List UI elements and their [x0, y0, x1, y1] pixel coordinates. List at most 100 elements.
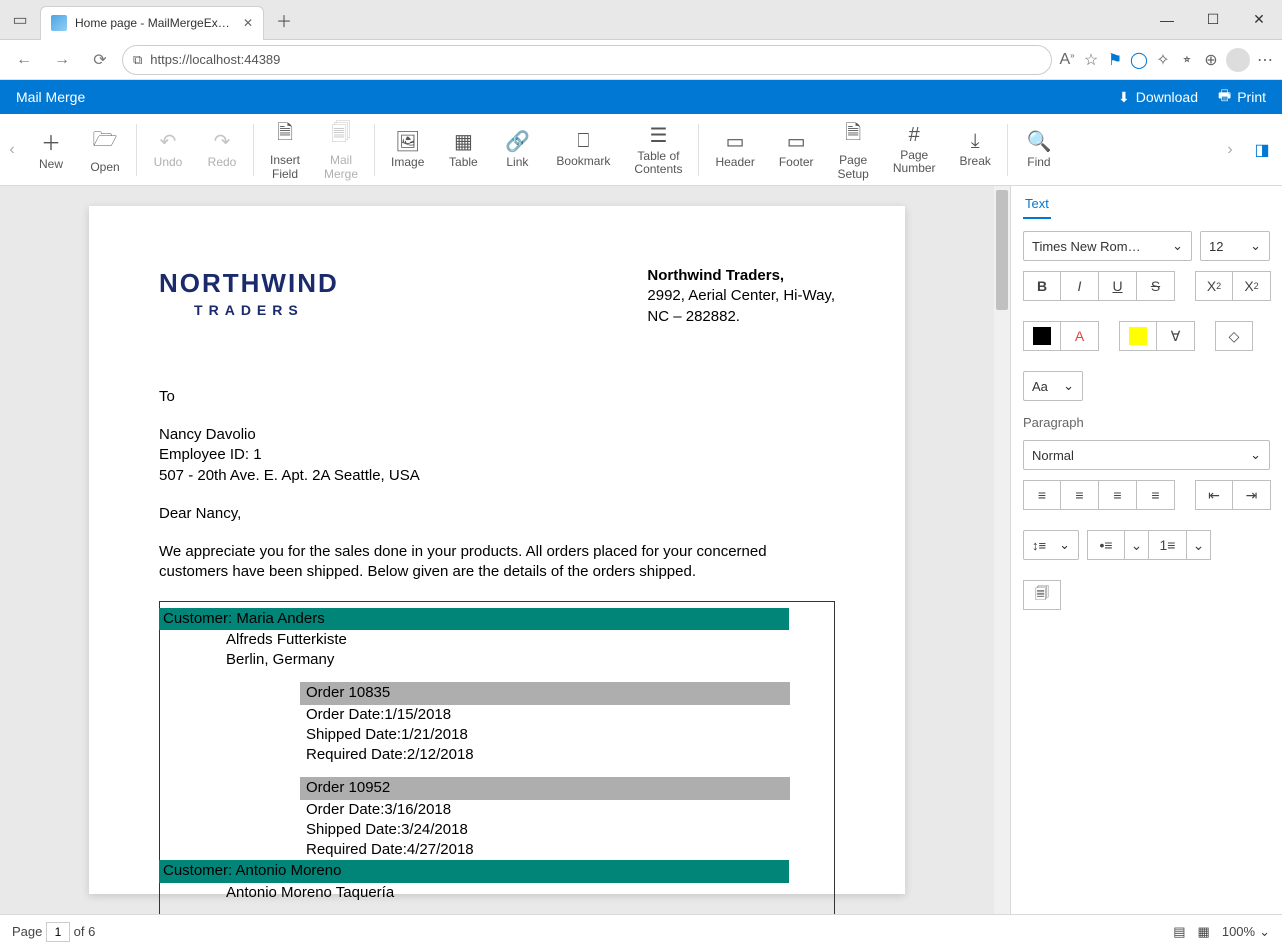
favorites-hub-icon[interactable]: ⭒: [1178, 51, 1196, 69]
highlight-swatch[interactable]: [1119, 321, 1157, 351]
find-button[interactable]: 🔍Find: [1012, 114, 1066, 186]
highlight-button[interactable]: ∀: [1157, 321, 1195, 351]
bold-button[interactable]: B: [1023, 271, 1061, 301]
window-maximize-button[interactable]: ☐: [1190, 0, 1236, 40]
increase-indent-button[interactable]: ⇥: [1233, 480, 1271, 510]
properties-panel: Text Times New Rom…⌄ 12⌄ B I U S X2 X2 A: [1010, 186, 1282, 914]
ribbon-scroll-right[interactable]: ›: [1218, 114, 1242, 186]
new-button[interactable]: ＋New: [24, 114, 78, 186]
numbered-list-button[interactable]: 1≡: [1149, 530, 1187, 560]
nav-forward-button[interactable]: →: [46, 44, 78, 76]
window-minimize-button[interactable]: —: [1144, 0, 1190, 40]
align-right-button[interactable]: ≡: [1099, 480, 1137, 510]
page-layout-view-icon[interactable]: ▤: [1173, 924, 1185, 940]
browser-tab[interactable]: Home page - MailMergeExample ✕: [40, 6, 264, 40]
open-button[interactable]: 🗁Open: [78, 114, 132, 186]
font-color-swatch[interactable]: [1023, 321, 1061, 351]
app-header: Mail Merge ⬇ Download 🖶 Print: [0, 80, 1282, 114]
bookmark-button[interactable]: ⎕Bookmark: [544, 114, 622, 186]
vertical-scrollbar[interactable]: [994, 186, 1010, 914]
window-close-button[interactable]: ✕: [1236, 0, 1282, 40]
page-number-input[interactable]: [46, 922, 70, 942]
panel-toggle-button[interactable]: ◨: [1242, 140, 1282, 160]
tab-close-icon[interactable]: ✕: [243, 16, 253, 30]
page-setup-icon: 🗎: [845, 118, 861, 152]
scroll-thumb[interactable]: [996, 190, 1008, 310]
link-button[interactable]: 🔗Link: [490, 114, 544, 186]
ribbon-scroll-left[interactable]: ‹: [0, 114, 24, 186]
table-icon: ▦: [454, 129, 473, 154]
line-spacing-dropdown[interactable]: ↕≡⌄: [1023, 530, 1079, 560]
bullet-list-dropdown[interactable]: ⌄: [1125, 530, 1149, 560]
chevron-down-icon: ⌄: [1250, 238, 1261, 254]
clear-format-button[interactable]: ◇: [1215, 321, 1253, 351]
page-setup-button[interactable]: 🗎Page Setup: [826, 114, 881, 186]
nav-refresh-button[interactable]: ⟳: [84, 44, 116, 76]
font-size-dropdown[interactable]: 12⌄: [1200, 231, 1270, 261]
folder-icon: 🗁: [93, 125, 118, 159]
nav-back-button[interactable]: ←: [8, 44, 40, 76]
web-layout-view-icon[interactable]: ▦: [1198, 924, 1210, 940]
collections-icon[interactable]: ⊕: [1202, 50, 1220, 70]
image-button[interactable]: 🖼Image: [379, 114, 436, 186]
italic-button[interactable]: I: [1061, 271, 1099, 301]
print-icon: 🖶: [1218, 85, 1231, 109]
undo-icon: ↶: [160, 129, 177, 154]
order-detail: Order Date:3/16/2018: [306, 800, 824, 820]
bullet-list-button[interactable]: •≡: [1087, 530, 1125, 560]
insert-field-icon: 🗎: [277, 118, 293, 152]
document-viewport[interactable]: NORTHWIND TRADERS Northwind Traders, 299…: [0, 186, 994, 914]
undo-button[interactable]: ↶Undo: [141, 114, 195, 186]
align-left-button[interactable]: ≡: [1023, 480, 1061, 510]
site-info-icon[interactable]: ⧉: [133, 52, 142, 68]
mail-merge-button[interactable]: 🗐Mail Merge: [312, 114, 370, 186]
decrease-indent-button[interactable]: ⇤: [1195, 480, 1233, 510]
header-button[interactable]: ▭Header: [703, 114, 766, 186]
download-button[interactable]: ⬇ Download: [1118, 89, 1198, 106]
document-page[interactable]: NORTHWIND TRADERS Northwind Traders, 299…: [89, 206, 905, 894]
print-button[interactable]: 🖶 Print: [1218, 85, 1266, 109]
favorite-icon[interactable]: ☆: [1082, 50, 1100, 70]
paragraph-style-dropdown[interactable]: Normal⌄: [1023, 440, 1270, 470]
new-tab-button[interactable]: ＋: [264, 0, 304, 40]
numbered-list-dropdown[interactable]: ⌄: [1187, 530, 1211, 560]
ext-shield-icon[interactable]: ◯: [1130, 50, 1148, 70]
superscript-button[interactable]: X2: [1195, 271, 1233, 301]
paragraph-dialog-button[interactable]: 🗐: [1023, 580, 1061, 610]
extensions-icon[interactable]: ✧: [1154, 50, 1172, 70]
break-icon: ⤓: [971, 130, 980, 153]
tab-actions-icon[interactable]: ▭: [0, 0, 40, 40]
company-address: Northwind Traders, 2992, Aerial Center, …: [647, 266, 835, 327]
zoom-control[interactable]: 100% ⌄: [1222, 924, 1270, 940]
subscript-button[interactable]: X2: [1233, 271, 1271, 301]
logo-top: NORTHWIND: [159, 266, 339, 301]
underline-button[interactable]: U: [1099, 271, 1137, 301]
ribbon: ‹ ＋New 🗁Open ↶Undo ↷Redo 🗎Insert Field 🗐…: [0, 114, 1282, 186]
addr-line2: NC – 282882.: [647, 307, 835, 327]
text-tab[interactable]: Text: [1023, 194, 1051, 219]
ext-flag-icon[interactable]: ⚑: [1106, 50, 1124, 70]
redo-icon: ↷: [214, 129, 231, 154]
break-button[interactable]: ⤓Break: [948, 114, 1003, 186]
more-icon[interactable]: ⋯: [1256, 50, 1274, 70]
order-detail: Shipped Date:3/24/2018: [306, 820, 824, 840]
url-input[interactable]: ⧉ https://localhost:44389: [122, 45, 1052, 75]
font-color-button[interactable]: A: [1061, 321, 1099, 351]
profile-icon[interactable]: [1226, 48, 1250, 72]
footer-button[interactable]: ▭Footer: [767, 114, 826, 186]
font-family-dropdown[interactable]: Times New Rom…⌄: [1023, 231, 1192, 261]
insert-field-button[interactable]: 🗎Insert Field: [258, 114, 312, 186]
align-justify-button[interactable]: ≡: [1137, 480, 1175, 510]
table-button[interactable]: ▦Table: [436, 114, 490, 186]
read-aloud-icon[interactable]: A»: [1058, 51, 1076, 69]
redo-button[interactable]: ↷Redo: [195, 114, 249, 186]
page-number-button[interactable]: #Page Number: [881, 114, 948, 186]
page-label-post: of 6: [74, 924, 96, 939]
strikethrough-button[interactable]: S: [1137, 271, 1175, 301]
company-logo: NORTHWIND TRADERS: [159, 266, 339, 327]
change-case-dropdown[interactable]: Aa⌄: [1023, 371, 1083, 401]
align-center-button[interactable]: ≡: [1061, 480, 1099, 510]
toc-icon: ☰: [649, 123, 667, 148]
chevron-down-icon: ⌄: [1063, 378, 1074, 394]
toc-button[interactable]: ☰Table of Contents: [622, 114, 694, 186]
